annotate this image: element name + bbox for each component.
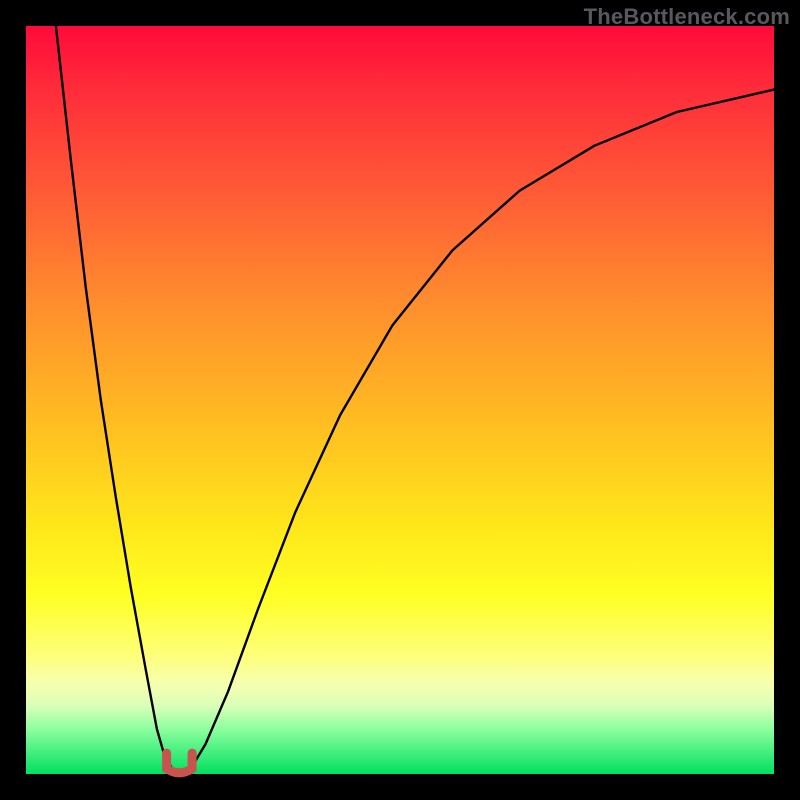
valley-marker: [167, 753, 193, 773]
chart-frame: TheBottleneck.com: [0, 0, 800, 800]
watermark-text: TheBottleneck.com: [584, 4, 790, 30]
curve-layer: [0, 0, 800, 800]
bottleneck-curve: [56, 26, 774, 771]
